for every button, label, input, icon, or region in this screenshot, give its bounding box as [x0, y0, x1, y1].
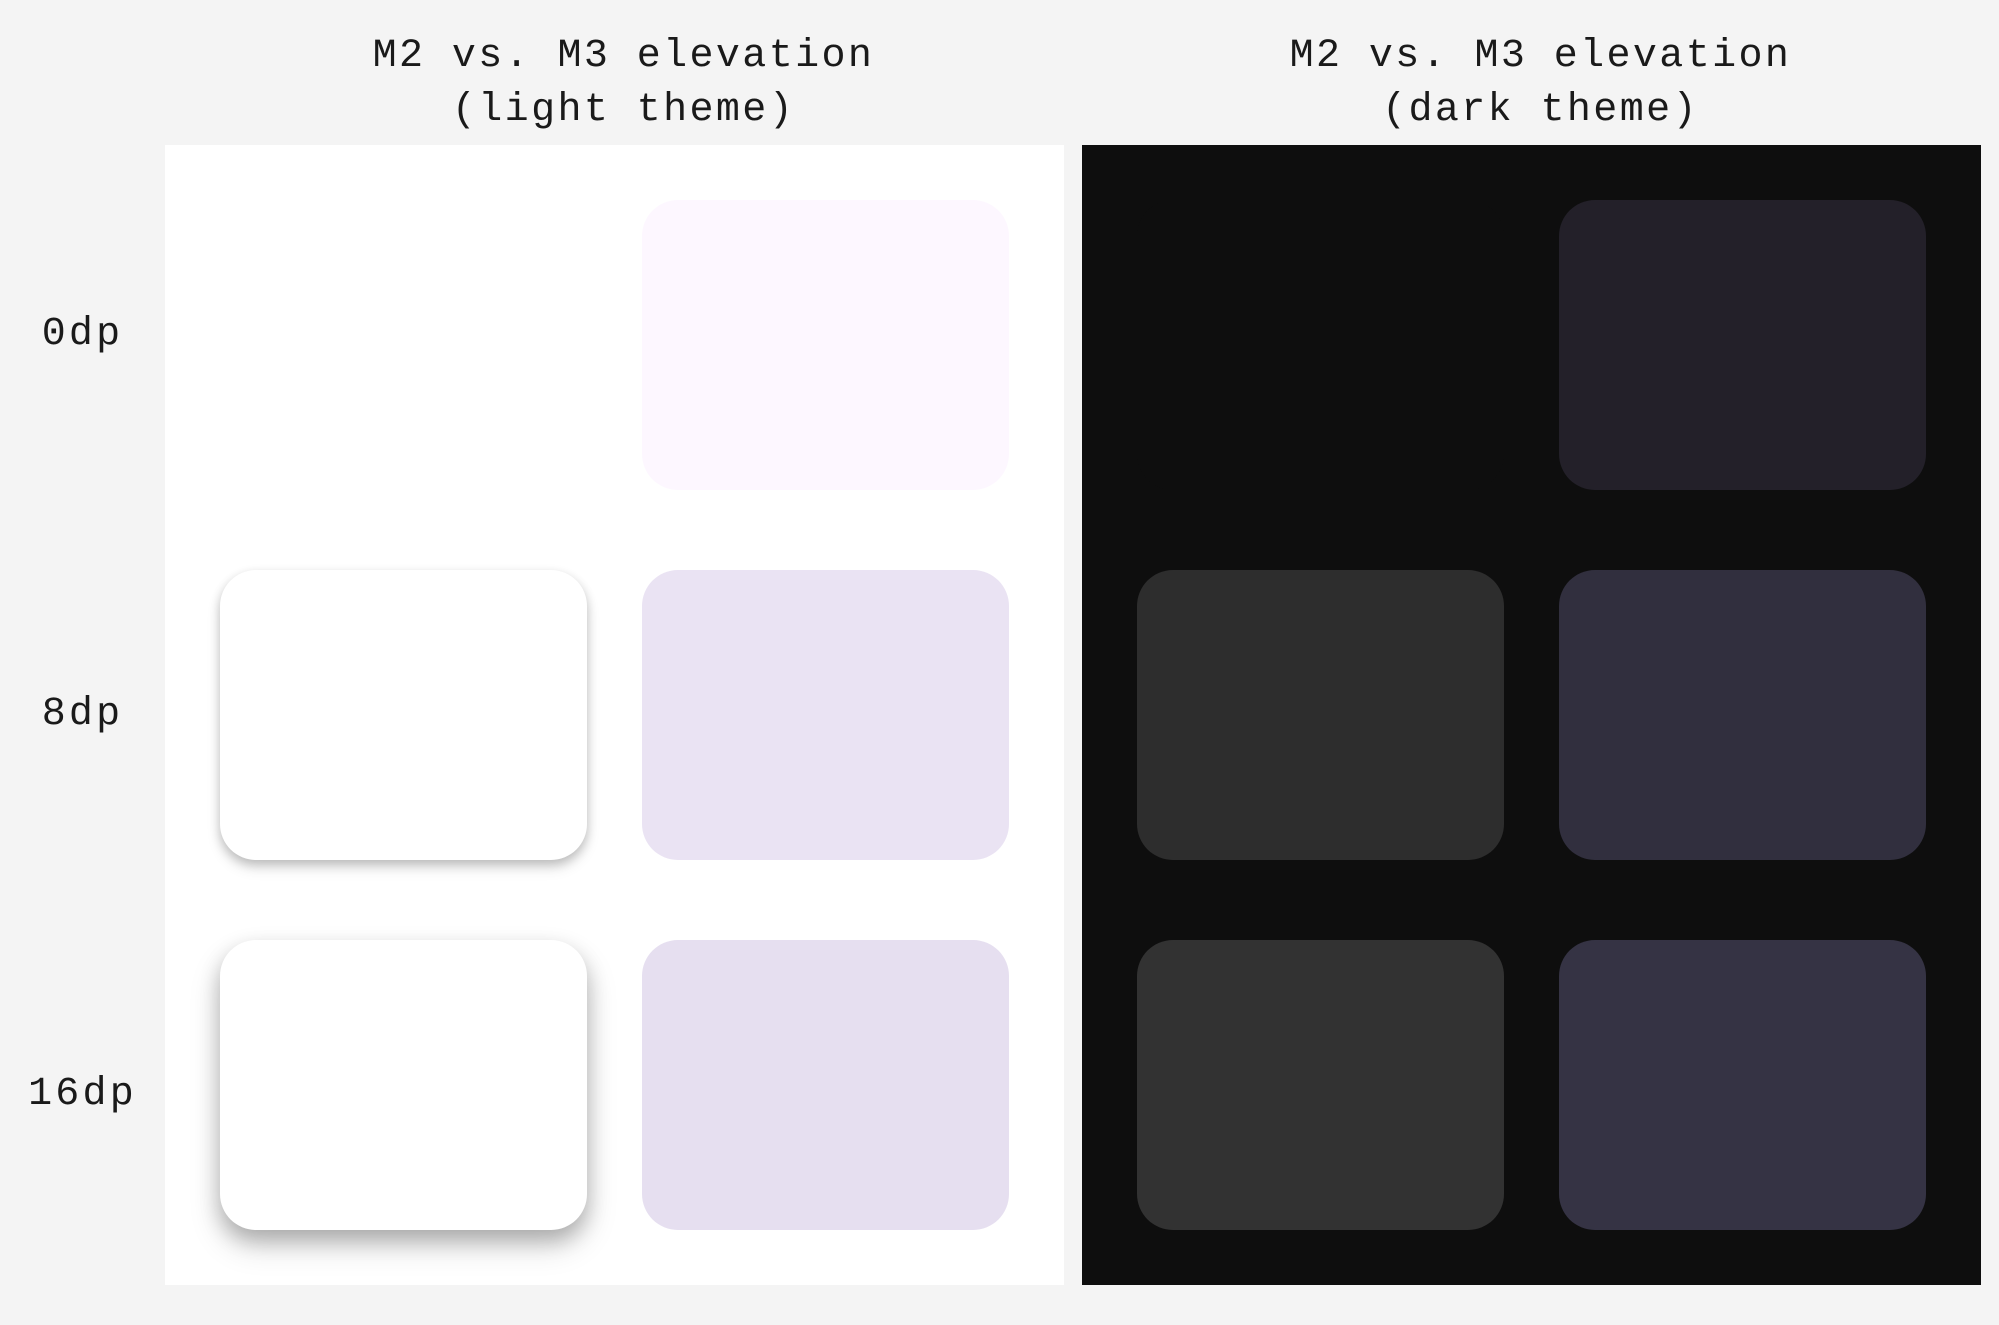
swatch-dark-m2-16dp: [1137, 940, 1504, 1230]
row-labels: 0dp 8dp 16dp: [0, 145, 165, 1285]
header-dark-line2: (dark theme): [1382, 88, 1699, 133]
swatch-dark-m2-8dp: [1137, 570, 1504, 860]
elevation-diagram: M2 vs. M3 elevation (light theme) M2 vs.…: [0, 0, 1999, 1325]
header-dark: M2 vs. M3 elevation (dark theme): [1082, 30, 1999, 138]
body-row: 0dp 8dp 16dp: [0, 145, 1999, 1285]
header-light: M2 vs. M3 elevation (light theme): [165, 30, 1082, 138]
header-light-line2: (light theme): [452, 88, 795, 133]
header-dark-line1: M2 vs. M3 elevation: [1290, 34, 1792, 79]
swatch-light-m3-8dp: [642, 570, 1009, 860]
swatch-dark-m3-0dp: [1559, 200, 1926, 490]
header-light-line1: M2 vs. M3 elevation: [373, 34, 875, 79]
dark-panel: [1082, 145, 1981, 1285]
swatch-light-m2-0dp: [220, 200, 587, 490]
swatch-dark-m3-16dp: [1559, 940, 1926, 1230]
row-label-8dp: 8dp: [42, 525, 124, 905]
header-spacer: [0, 30, 165, 138]
swatch-light-m3-0dp: [642, 200, 1009, 490]
light-panel: [165, 145, 1064, 1285]
header-row: M2 vs. M3 elevation (light theme) M2 vs.…: [0, 30, 1999, 138]
row-label-0dp: 0dp: [42, 145, 124, 525]
row-label-16dp: 16dp: [28, 905, 137, 1285]
swatch-light-m2-8dp: [220, 570, 587, 860]
swatch-light-m3-16dp: [642, 940, 1009, 1230]
swatch-dark-m2-0dp: [1137, 200, 1504, 490]
swatch-light-m2-16dp: [220, 940, 587, 1230]
swatch-dark-m3-8dp: [1559, 570, 1926, 860]
